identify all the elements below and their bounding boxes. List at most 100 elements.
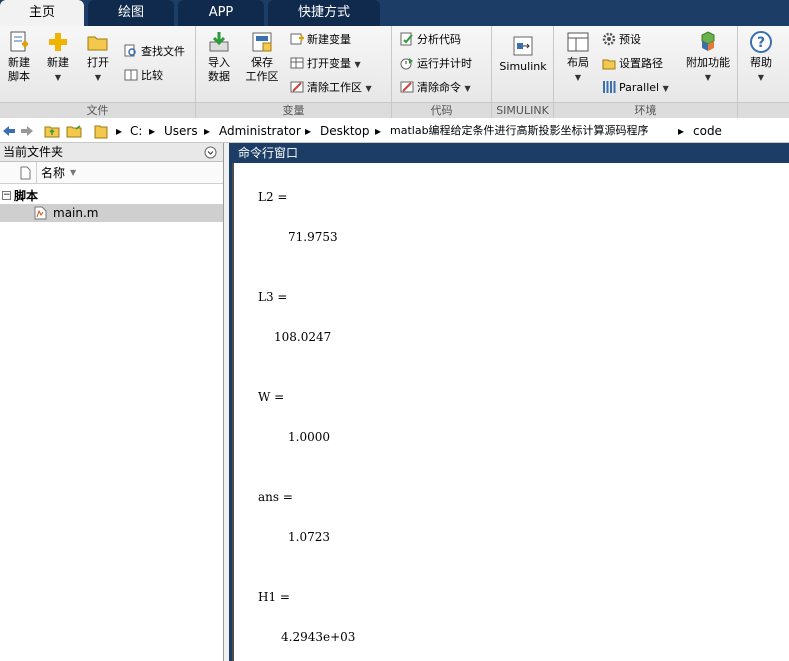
tab-plots[interactable]: 绘图 xyxy=(88,0,174,26)
clear-workspace-caret-icon[interactable]: ▼ xyxy=(366,84,372,93)
open-label: 打开 xyxy=(87,56,109,69)
compare-label: 比较 xyxy=(141,69,163,82)
section-label-variable: 变量 xyxy=(196,102,391,118)
breadcrumb-item[interactable]: Users xyxy=(164,119,198,142)
output-line: 1.0723 xyxy=(288,530,330,544)
current-folder-header: 当前文件夹 xyxy=(0,143,223,162)
run-and-time-label: 运行并计时 xyxy=(417,57,472,70)
new-label: 新建 xyxy=(47,56,69,69)
run-and-time-button[interactable]: 运行并计时 xyxy=(400,54,472,74)
current-folder-title: 当前文件夹 xyxy=(3,145,64,159)
help-caret-icon[interactable]: ▼ xyxy=(758,73,764,82)
ribbon-section-environment: 布局 ▼ 预设 设置路径 Parallel ▼ 附加功能 ▼ 环境 xyxy=(554,26,738,118)
set-path-button[interactable]: 设置路径 xyxy=(602,54,663,74)
output-line: ans = xyxy=(258,490,293,504)
save-workspace-icon xyxy=(252,32,272,52)
save-workspace-label: 保存 工作区 xyxy=(245,56,279,83)
clear-commands-button[interactable]: 清除命令 ▼ xyxy=(400,78,471,98)
tree-folder-row[interactable]: − 脚本 xyxy=(0,188,223,204)
set-path-icon xyxy=(602,59,616,70)
add-ons-button[interactable]: 附加功能 ▼ xyxy=(682,30,734,85)
add-ons-icon xyxy=(701,31,715,51)
browse-folder-icon[interactable] xyxy=(66,124,82,138)
file-tree: − 脚本 main.m xyxy=(0,188,223,222)
breadcrumb-sep-icon: ▸ xyxy=(204,124,211,138)
folder-open-icon xyxy=(87,36,108,51)
address-bar: ▸ C: ▸ Users ▸ Administrator ▸ Desktop ▸… xyxy=(0,119,789,143)
file-type-column-icon xyxy=(20,166,31,180)
svg-text:?: ? xyxy=(757,35,765,51)
find-files-button[interactable]: 查找文件 xyxy=(124,42,185,62)
open-button[interactable]: 打开 ▼ xyxy=(80,30,116,85)
output-line: H1 = xyxy=(258,590,290,604)
clear-workspace-label: 清除工作区 xyxy=(307,81,362,94)
simulink-button[interactable]: Simulink xyxy=(496,34,550,74)
parallel-label: Parallel xyxy=(619,81,660,94)
compare-button[interactable]: 比较 xyxy=(124,66,163,86)
output-line: 4.2943e+03 xyxy=(281,630,356,644)
output-line: 108.0247 xyxy=(274,330,332,344)
up-folder-icon[interactable] xyxy=(44,124,60,138)
breadcrumb-item[interactable]: Administrator xyxy=(219,119,301,142)
forward-arrow-icon[interactable] xyxy=(20,124,34,138)
breadcrumb-item[interactable]: matlab编程给定条件进行高斯投影坐标计算源码程序 xyxy=(390,119,649,142)
output-line: L2 = xyxy=(258,190,288,204)
import-data-button[interactable]: 导入 数据 xyxy=(202,30,236,84)
plus-icon xyxy=(49,33,67,51)
layout-button[interactable]: 布局 ▼ xyxy=(560,30,596,85)
open-variable-button[interactable]: 打开变量 ▼ xyxy=(290,54,361,74)
set-path-label: 设置路径 xyxy=(619,57,663,70)
section-label-file: 文件 xyxy=(0,102,195,118)
new-script-button[interactable]: 新建 脚本 xyxy=(2,30,36,84)
analyze-code-button[interactable]: 分析代码 xyxy=(400,30,461,50)
new-dropdown-caret-icon[interactable]: ▼ xyxy=(55,73,61,82)
column-header-name[interactable]: 名称 xyxy=(41,162,65,184)
add-ons-caret-icon[interactable]: ▼ xyxy=(705,73,711,82)
ribbon-tab-strip: 主页 绘图 APP 快捷方式 xyxy=(0,0,789,26)
preferences-label: 预设 xyxy=(619,33,641,46)
new-variable-button[interactable]: 新建变量 xyxy=(290,30,351,50)
parallel-button[interactable]: Parallel ▼ xyxy=(602,78,669,98)
folder-icon xyxy=(94,125,108,139)
clear-workspace-button[interactable]: 清除工作区 ▼ xyxy=(290,78,372,98)
tab-home[interactable]: 主页 xyxy=(0,0,84,26)
parallel-icon xyxy=(603,81,616,93)
panel-menu-icon[interactable] xyxy=(204,146,217,159)
breadcrumb-sep-icon: ▸ xyxy=(305,124,312,138)
output-line: L3 = xyxy=(258,290,288,304)
ribbon-section-code: 分析代码 运行并计时 清除命令 ▼ 代码 xyxy=(392,26,492,118)
open-variable-caret-icon[interactable]: ▼ xyxy=(355,60,361,69)
section-label-environment: 环境 xyxy=(554,102,737,118)
compare-icon xyxy=(124,69,138,81)
sort-arrow-icon[interactable]: ▼ xyxy=(70,162,76,184)
find-files-label: 查找文件 xyxy=(141,45,185,58)
open-dropdown-caret-icon[interactable]: ▼ xyxy=(95,73,101,82)
tab-apps[interactable]: APP xyxy=(178,0,264,26)
output-line: 1.0000 xyxy=(288,430,330,444)
breadcrumb-item[interactable]: code xyxy=(693,119,722,142)
tab-shortcuts[interactable]: 快捷方式 xyxy=(268,0,380,26)
output-line: 71.9753 xyxy=(288,230,338,244)
clear-workspace-icon xyxy=(290,81,304,93)
m-file-icon xyxy=(34,206,47,220)
tree-file-row[interactable]: main.m xyxy=(0,204,223,222)
collapse-toggle-icon[interactable]: − xyxy=(2,191,11,200)
parallel-caret-icon[interactable]: ▼ xyxy=(663,84,669,93)
layout-caret-icon[interactable]: ▼ xyxy=(575,73,581,82)
ribbon-section-help: ? 帮助 ▼ xyxy=(738,26,789,118)
breadcrumb-item[interactable]: Desktop xyxy=(320,119,370,142)
section-label-help xyxy=(738,102,789,118)
new-variable-label: 新建变量 xyxy=(307,33,351,46)
clear-commands-caret-icon[interactable]: ▼ xyxy=(465,84,471,93)
new-variable-icon xyxy=(290,33,304,45)
new-script-label: 新建 脚本 xyxy=(8,56,30,83)
help-button[interactable]: ? 帮助 ▼ xyxy=(744,30,778,85)
breadcrumb-item[interactable]: C: xyxy=(130,119,142,142)
command-window[interactable]: 命令行窗口 L2 = 71.9753 L3 = 108.0247 W = 1.0… xyxy=(229,143,789,661)
save-workspace-button[interactable]: 保存 工作区 xyxy=(244,30,280,84)
find-files-icon xyxy=(124,44,136,57)
command-window-output[interactable]: L2 = 71.9753 L3 = 108.0247 W = 1.0000 an… xyxy=(232,163,789,661)
preferences-button[interactable]: 预设 xyxy=(602,30,641,50)
new-button[interactable]: 新建 ▼ xyxy=(40,30,76,85)
back-arrow-icon[interactable] xyxy=(2,124,16,138)
